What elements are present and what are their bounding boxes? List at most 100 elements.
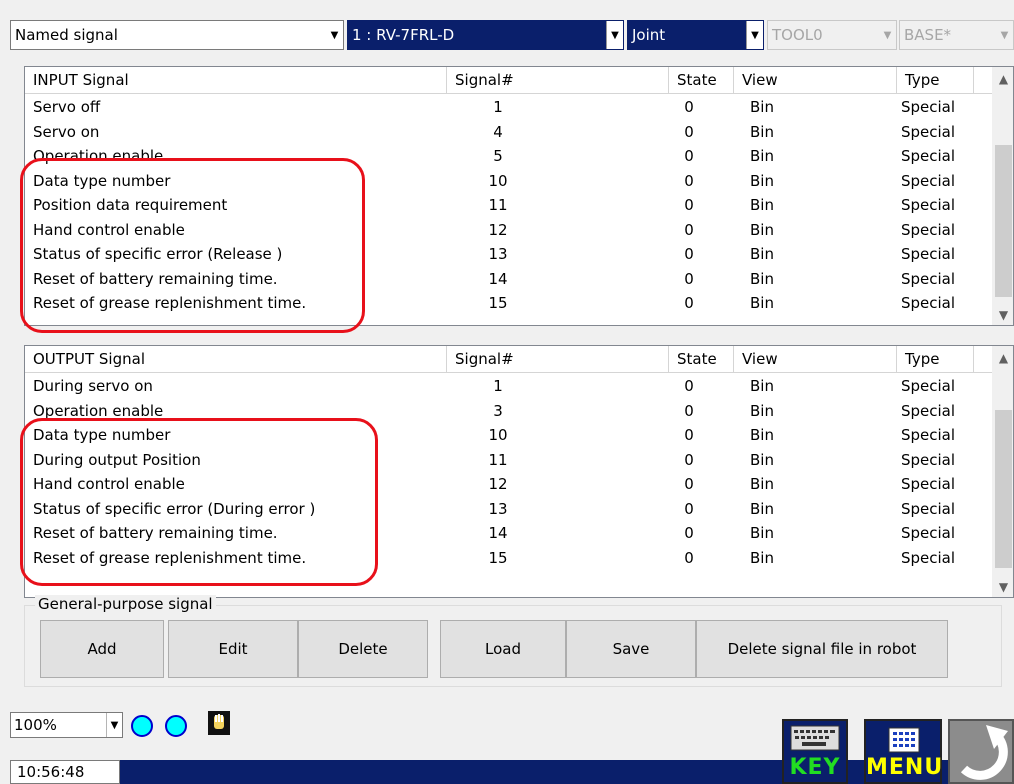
signal-view: Bin bbox=[750, 220, 774, 239]
input-signal-row[interactable]: Data type number 10 0 Bin Special bbox=[25, 169, 991, 194]
menu-button[interactable]: MENU bbox=[864, 719, 942, 784]
output-col-signal[interactable]: Signal# bbox=[447, 346, 669, 372]
signal-state: 0 bbox=[684, 98, 694, 117]
key-button[interactable]: KEY bbox=[782, 719, 848, 784]
output-signal-row[interactable]: During output Position 11 0 Bin Special bbox=[25, 448, 991, 473]
chevron-down-icon[interactable]: ▼ bbox=[326, 21, 343, 49]
mode-select[interactable]: Named signal ▼ bbox=[10, 20, 344, 50]
robot-select-value: 1 : RV-7FRL-D bbox=[352, 26, 455, 44]
input-signal-row[interactable]: Servo on 4 0 Bin Special bbox=[25, 120, 991, 145]
jog-mode-select[interactable]: Joint ▼ bbox=[627, 20, 764, 50]
output-scrollbar[interactable]: ▲ ▼ bbox=[992, 346, 1013, 597]
zoom-select[interactable]: 100% ▼ bbox=[10, 712, 123, 738]
hand-icon[interactable] bbox=[208, 711, 230, 735]
output-signal-row[interactable]: During servo on 1 0 Bin Special bbox=[25, 374, 991, 399]
base-select: BASE* ▼ bbox=[899, 20, 1014, 50]
keyboard-icon bbox=[790, 725, 840, 751]
add-button[interactable]: Add bbox=[40, 620, 164, 678]
signal-number: 10 bbox=[488, 426, 508, 445]
robot-select[interactable]: 1 : RV-7FRL-D ▼ bbox=[347, 20, 624, 50]
signal-state: 0 bbox=[684, 548, 694, 567]
output-scroll-thumb[interactable] bbox=[995, 410, 1012, 568]
return-button[interactable] bbox=[948, 719, 1014, 784]
output-signal-row[interactable]: Data type number 10 0 Bin Special bbox=[25, 423, 991, 448]
signal-state: 0 bbox=[684, 196, 694, 215]
signal-state: 0 bbox=[684, 269, 694, 288]
output-col-view[interactable]: View bbox=[734, 346, 897, 372]
signal-state: 0 bbox=[684, 220, 694, 239]
mode-select-value: Named signal bbox=[15, 26, 118, 44]
input-list-header: INPUT Signal Signal# State View Type bbox=[25, 67, 1013, 94]
tool-select-value: TOOL0 bbox=[772, 26, 823, 44]
output-signal-row[interactable]: Status of specific error (During error )… bbox=[25, 497, 991, 522]
signal-number: 11 bbox=[488, 196, 508, 215]
output-signal-row[interactable]: Operation enable 3 0 Bin Special bbox=[25, 399, 991, 424]
signal-view: Bin bbox=[750, 122, 774, 141]
scroll-up-icon[interactable]: ▲ bbox=[993, 69, 1014, 89]
signal-name: Reset of grease replenishment time. bbox=[33, 294, 307, 313]
chevron-down-icon[interactable]: ▼ bbox=[106, 713, 122, 737]
input-signal-row[interactable]: Servo off 1 0 Bin Special bbox=[25, 95, 991, 120]
input-signal-row[interactable]: Reset of grease replenishment time. 15 0 Bi… bbox=[25, 291, 991, 316]
signal-type: Special bbox=[901, 548, 956, 567]
key-label: KEY bbox=[789, 755, 841, 780]
signal-type: Special bbox=[901, 98, 956, 117]
chevron-down-icon[interactable]: ▼ bbox=[606, 21, 623, 49]
signal-type: Special bbox=[901, 401, 956, 420]
signal-name: During servo on bbox=[33, 377, 153, 396]
scroll-up-icon[interactable]: ▲ bbox=[993, 348, 1014, 368]
signal-number: 14 bbox=[488, 524, 508, 543]
chevron-down-icon[interactable]: ▼ bbox=[746, 21, 763, 49]
output-col-name[interactable]: OUTPUT Signal bbox=[25, 346, 447, 372]
signal-view: Bin bbox=[750, 499, 774, 518]
input-signal-row[interactable]: Hand control enable 12 0 Bin Special bbox=[25, 218, 991, 243]
signal-type: Special bbox=[901, 524, 956, 543]
scroll-down-icon[interactable]: ▼ bbox=[993, 305, 1014, 325]
input-signal-row[interactable]: Status of specific error (Release ) 13 0 Bi… bbox=[25, 242, 991, 267]
save-button[interactable]: Save bbox=[566, 620, 696, 678]
output-col-type[interactable]: Type bbox=[897, 346, 974, 372]
signal-type: Special bbox=[901, 475, 956, 494]
delete-signal-file-button[interactable]: Delete signal file in robot bbox=[696, 620, 948, 678]
signal-type: Special bbox=[901, 245, 956, 264]
input-col-type[interactable]: Type bbox=[897, 67, 974, 93]
signal-name: During output Position bbox=[33, 450, 201, 469]
tool-select: TOOL0 ▼ bbox=[767, 20, 897, 50]
signal-number: 3 bbox=[493, 401, 503, 420]
signal-view: Bin bbox=[750, 524, 774, 543]
signal-state: 0 bbox=[684, 122, 694, 141]
input-col-view[interactable]: View bbox=[734, 67, 897, 93]
input-scroll-thumb[interactable] bbox=[995, 145, 1012, 297]
signal-type: Special bbox=[901, 269, 956, 288]
signal-type: Special bbox=[901, 499, 956, 518]
output-signal-row[interactable]: Reset of grease replenishment time. 15 0 Bi… bbox=[25, 546, 991, 571]
input-signal-list[interactable]: INPUT Signal Signal# State View Type Ser… bbox=[24, 66, 1014, 326]
signal-type: Special bbox=[901, 171, 956, 190]
output-signal-row[interactable]: Hand control enable 12 0 Bin Special bbox=[25, 472, 991, 497]
input-scrollbar[interactable]: ▲ ▼ bbox=[992, 67, 1013, 325]
delete-button[interactable]: Delete bbox=[298, 620, 428, 678]
output-col-state[interactable]: State bbox=[669, 346, 734, 372]
signal-number: 4 bbox=[493, 122, 503, 141]
scroll-down-icon[interactable]: ▼ bbox=[993, 577, 1014, 597]
load-button[interactable]: Load bbox=[440, 620, 566, 678]
output-list-header: OUTPUT Signal Signal# State View Type bbox=[25, 346, 1013, 373]
input-signal-row[interactable]: Operation enable 5 0 Bin Special bbox=[25, 144, 991, 169]
signal-number: 10 bbox=[488, 171, 508, 190]
input-signal-row[interactable]: Position data requirement 11 0 Bin Special bbox=[25, 193, 991, 218]
signal-number: 12 bbox=[488, 220, 508, 239]
input-col-signal[interactable]: Signal# bbox=[447, 67, 669, 93]
edit-button[interactable]: Edit bbox=[168, 620, 298, 678]
input-col-name[interactable]: INPUT Signal bbox=[25, 67, 447, 93]
signal-number: 15 bbox=[488, 294, 508, 313]
signal-name: Hand control enable bbox=[33, 220, 185, 239]
signal-view: Bin bbox=[750, 171, 774, 190]
signal-state: 0 bbox=[684, 401, 694, 420]
signal-number: 1 bbox=[493, 98, 503, 117]
output-signal-row[interactable]: Reset of battery remaining time. 14 0 Bin Sp… bbox=[25, 521, 991, 546]
input-col-state[interactable]: State bbox=[669, 67, 734, 93]
output-signal-list[interactable]: OUTPUT Signal Signal# State View Type Du… bbox=[24, 345, 1014, 598]
chevron-down-icon: ▼ bbox=[1000, 29, 1009, 41]
signal-name: Operation enable bbox=[33, 147, 164, 166]
input-signal-row[interactable]: Reset of battery remaining time. 14 0 Bin Sp… bbox=[25, 267, 991, 292]
